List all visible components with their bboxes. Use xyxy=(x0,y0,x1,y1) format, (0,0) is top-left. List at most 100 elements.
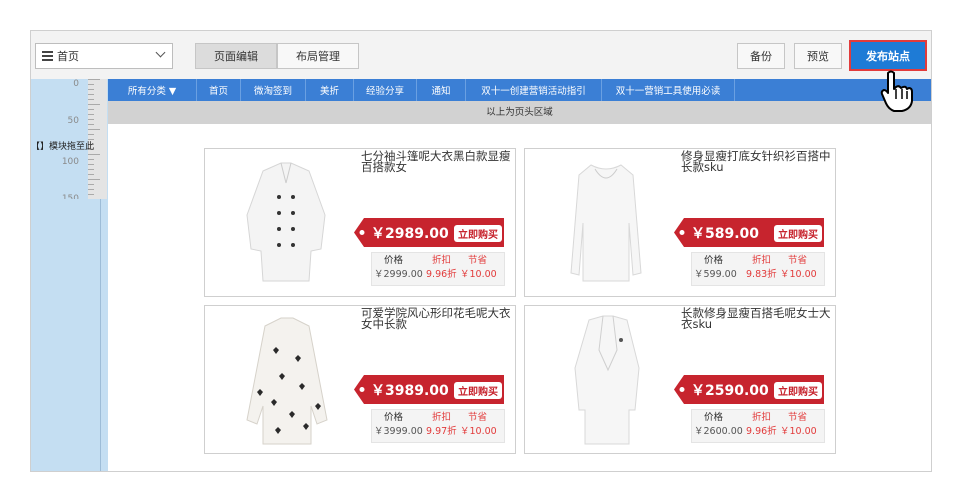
label-price: 价格 xyxy=(704,412,724,423)
buy-now-button[interactable]: 立即购买 xyxy=(774,225,822,242)
module-panel xyxy=(31,199,101,471)
ruler-tick xyxy=(88,109,94,110)
price-info: 价格 折扣 节省 ￥599.00 9.83折 ￥10.00 xyxy=(691,252,825,286)
hand-pointer-icon xyxy=(880,70,913,112)
save-value: ￥10.00 xyxy=(780,426,817,437)
ruler-tick xyxy=(88,129,100,130)
product-image xyxy=(246,317,328,445)
label-save: 节省 xyxy=(788,412,808,423)
ruler-tick xyxy=(88,154,100,155)
ruler-tick xyxy=(88,169,94,170)
ruler-tick xyxy=(88,114,94,115)
sale-price: ￥3989.00 xyxy=(371,383,449,399)
chevron-down-icon xyxy=(155,47,166,58)
ruler-mark: 50 xyxy=(67,116,79,126)
product-card[interactable]: 长款修身显瘦百搭毛呢女士大衣sku ￥2590.00 立即购买 价格 折扣 节省… xyxy=(524,305,836,454)
price-tag: ￥2590.00 立即购买 xyxy=(674,372,828,407)
ruler-tick xyxy=(88,124,94,125)
ruler-mark: 0 xyxy=(73,79,79,89)
sale-price: ￥2989.00 xyxy=(371,226,449,242)
publish-site-button[interactable]: 发布站点 xyxy=(849,40,927,71)
original-price: ￥2600.00 xyxy=(694,426,743,437)
ruler-tick xyxy=(88,79,100,80)
product-card[interactable]: 修身显瘦打底女针织衫百搭中长款sku ￥589.00 立即购买 价格 折扣 节省… xyxy=(524,148,836,297)
product-title[interactable]: 七分袖斗篷呢大衣黑白款显瘦百搭款女 xyxy=(361,150,511,173)
product-image xyxy=(574,315,640,445)
tab-page-edit[interactable]: 页面编辑 xyxy=(195,43,277,69)
original-price: ￥599.00 xyxy=(694,269,737,280)
page-select-dropdown[interactable]: 首页 xyxy=(35,43,173,69)
label-discount: 折扣 xyxy=(432,255,452,266)
ruler-tick xyxy=(88,159,94,160)
discount-value: 9.96折 xyxy=(426,269,457,280)
sale-price: ￥2590.00 xyxy=(691,383,769,399)
drag-module-hint: 【】模块拖至此 xyxy=(31,142,95,152)
preview-button[interactable]: 预览 xyxy=(794,43,842,69)
label-price: 价格 xyxy=(384,255,404,266)
editor-frame: 首页 页面编辑 布局管理 备份 预览 发布站点 0 50 100 150 【】模… xyxy=(30,30,932,472)
discount-value: 9.97折 xyxy=(426,426,457,437)
backup-button[interactable]: 备份 xyxy=(737,43,785,69)
price-info: 价格 折扣 节省 ￥2600.00 9.96折 ￥10.00 xyxy=(691,409,825,443)
label-discount: 折扣 xyxy=(752,255,772,266)
sale-price: ￥589.00 xyxy=(691,226,760,242)
ruler-tick xyxy=(88,184,94,185)
product-image xyxy=(570,164,642,282)
original-price: ￥3999.00 xyxy=(374,426,423,437)
nav-item-home[interactable]: 首页 xyxy=(197,79,241,101)
ruler-tick xyxy=(88,94,94,95)
original-price: ￥2999.00 xyxy=(374,269,423,280)
product-title[interactable]: 修身显瘦打底女针织衫百搭中长款sku xyxy=(681,150,831,173)
ruler-tick xyxy=(88,179,100,180)
save-value: ￥10.00 xyxy=(460,426,497,437)
ruler-tick xyxy=(88,99,94,100)
ruler-tick xyxy=(88,89,94,90)
ruler-tick xyxy=(88,84,94,85)
label-discount: 折扣 xyxy=(432,412,452,423)
nav-item-experience[interactable]: 经验分享 xyxy=(354,79,417,101)
buy-now-button[interactable]: 立即购买 xyxy=(454,225,502,242)
ruler-mark: 100 xyxy=(61,157,79,167)
menu-icon xyxy=(42,49,53,63)
discount-value: 9.83折 xyxy=(746,269,777,280)
ruler-tick xyxy=(88,134,94,135)
price-info: 价格 折扣 节省 ￥2999.00 9.96折 ￥10.00 xyxy=(371,252,505,286)
label-save: 节省 xyxy=(468,255,488,266)
price-tag: ￥2989.00 立即购买 xyxy=(354,215,508,250)
ruler-tick xyxy=(88,164,94,165)
ruler-tick xyxy=(88,189,94,190)
price-info: 价格 折扣 节省 ￥3999.00 9.97折 ￥10.00 xyxy=(371,409,505,443)
ruler-tick xyxy=(88,174,94,175)
nav-item-notice[interactable]: 通知 xyxy=(417,79,466,101)
label-discount: 折扣 xyxy=(752,412,772,423)
page-select-label: 首页 xyxy=(57,50,79,63)
price-tag: ￥589.00 立即购买 xyxy=(674,215,828,250)
shop-nav-bar: 所有分类 ▼ 首页 微淘签到 美折 经验分享 通知 双十一创建营销活动指引 双十… xyxy=(108,79,931,101)
nav-item-meizhe[interactable]: 美折 xyxy=(306,79,354,101)
save-value: ￥10.00 xyxy=(780,269,817,280)
nav-item-all-categories[interactable]: 所有分类 ▼ xyxy=(108,79,197,101)
nav-item-double11-tools[interactable]: 双十一营销工具使用必读 xyxy=(602,79,735,101)
save-value: ￥10.00 xyxy=(460,269,497,280)
price-tag: ￥3989.00 立即购买 xyxy=(354,372,508,407)
product-card[interactable]: 七分袖斗篷呢大衣黑白款显瘦百搭款女 ￥2989.00 立即购买 价格 折扣 节省… xyxy=(204,148,516,297)
tab-layout-manage[interactable]: 布局管理 xyxy=(277,43,359,69)
product-title[interactable]: 可爱学院风心形印花毛呢大衣女中长款 xyxy=(361,307,511,330)
ruler-tick xyxy=(88,104,100,105)
product-title[interactable]: 长款修身显瘦百搭毛呢女士大衣sku xyxy=(681,307,831,330)
buy-now-button[interactable]: 立即购买 xyxy=(454,382,502,399)
label-save: 节省 xyxy=(468,412,488,423)
product-card[interactable]: 可爱学院风心形印花毛呢大衣女中长款 ￥3989.00 立即购买 价格 折扣 节省… xyxy=(204,305,516,454)
label-save: 节省 xyxy=(788,255,808,266)
ruler-tick xyxy=(88,194,94,195)
ruler-tick xyxy=(88,119,94,120)
top-toolbar: 首页 页面编辑 布局管理 备份 预览 发布站点 xyxy=(31,31,931,80)
buy-now-button[interactable]: 立即购买 xyxy=(774,382,822,399)
nav-item-double11-guide[interactable]: 双十一创建营销活动指引 xyxy=(466,79,602,101)
label-price: 价格 xyxy=(704,255,724,266)
label-price: 价格 xyxy=(384,412,404,423)
header-area-note: 以上为页头区域 xyxy=(108,101,931,124)
product-image xyxy=(246,162,326,282)
discount-value: 9.96折 xyxy=(746,426,777,437)
nav-item-checkin[interactable]: 微淘签到 xyxy=(241,79,306,101)
